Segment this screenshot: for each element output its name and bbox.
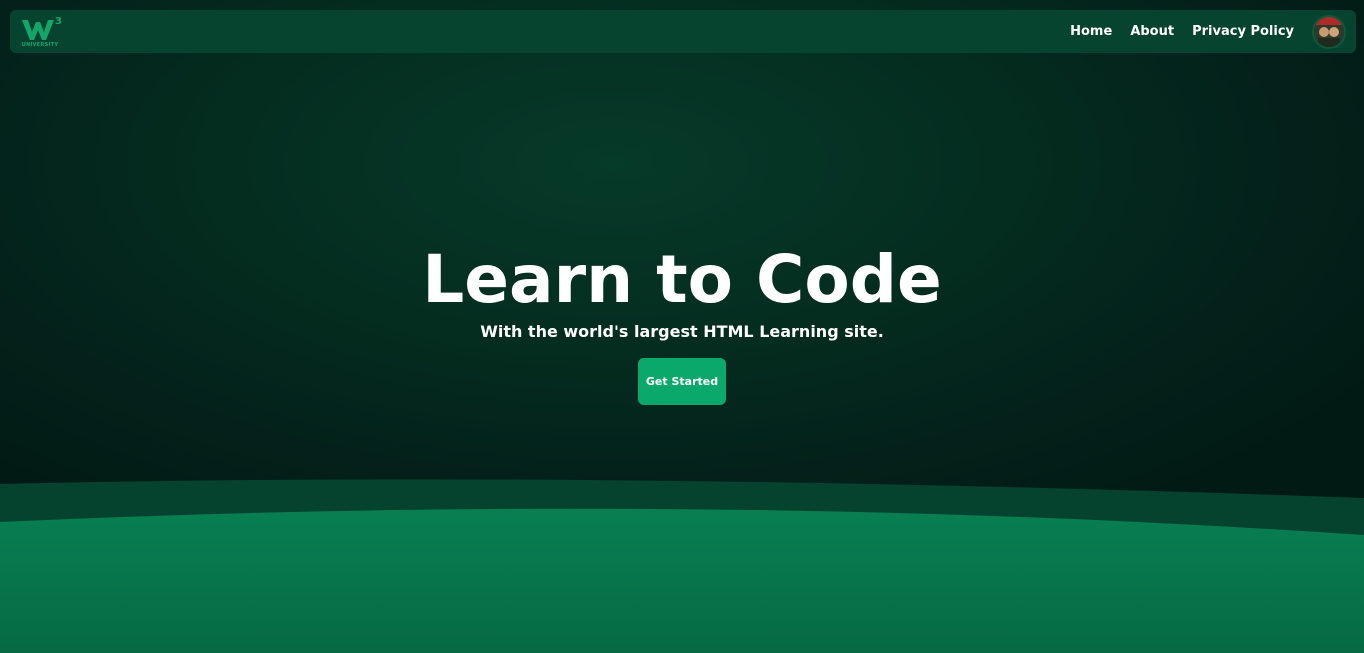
nav-link-about[interactable]: About bbox=[1130, 24, 1174, 39]
nav-link-privacy-policy[interactable]: Privacy Policy bbox=[1192, 24, 1294, 39]
hero-title: Learn to Code bbox=[422, 241, 942, 318]
logo-text: UNIVERSITY bbox=[21, 41, 59, 48]
nav-menu: Home About Privacy Policy bbox=[1052, 14, 1346, 49]
top-navbar: 3 UNIVERSITY Home About Privacy Policy bbox=[10, 10, 1356, 53]
bottom-wave-decoration bbox=[0, 479, 1364, 653]
svg-text:3: 3 bbox=[55, 16, 62, 27]
avatar-icon bbox=[1314, 16, 1344, 47]
hero-section: Learn to Code With the world's largest H… bbox=[0, 240, 1364, 405]
nav-link-home[interactable]: Home bbox=[1070, 24, 1112, 39]
get-started-button[interactable]: Get Started bbox=[638, 358, 726, 405]
brand-logo[interactable]: 3 UNIVERSITY bbox=[18, 12, 64, 52]
hero-subtitle: With the world's largest HTML Learning s… bbox=[480, 322, 884, 341]
user-avatar[interactable] bbox=[1312, 14, 1346, 49]
